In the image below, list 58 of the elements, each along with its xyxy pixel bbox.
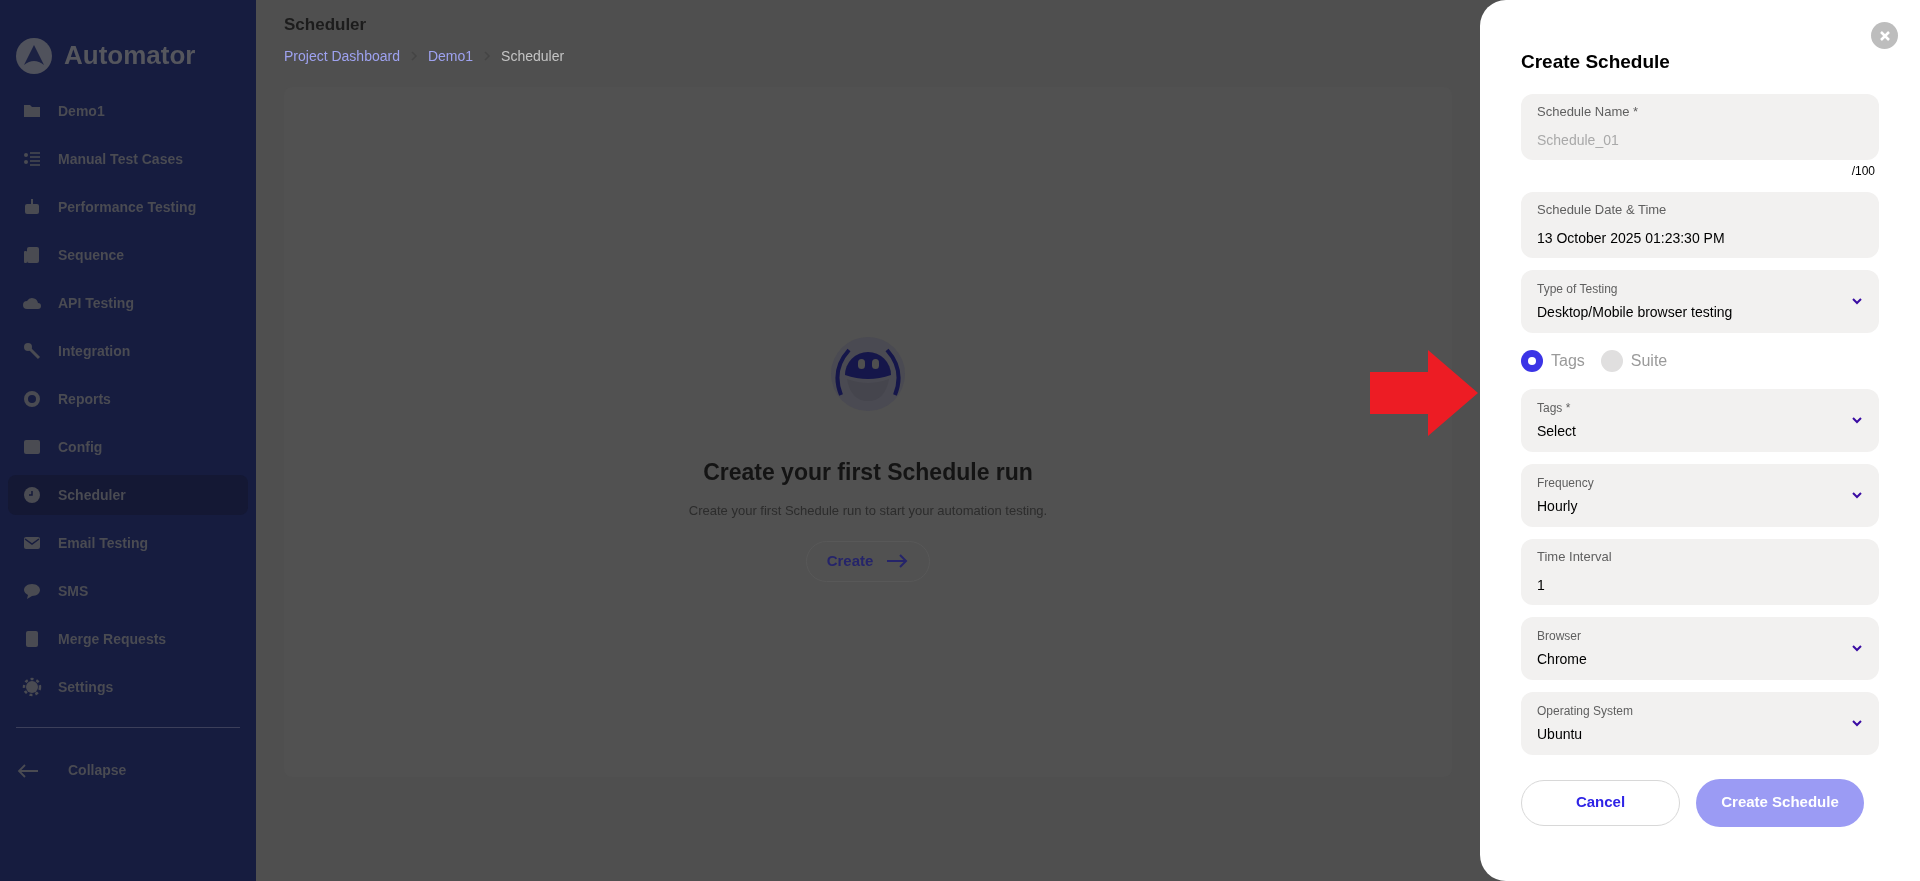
field-label: Operating System bbox=[1537, 702, 1635, 720]
field-value: 1 bbox=[1537, 575, 1546, 595]
character-counter: /100 bbox=[1851, 162, 1876, 180]
field-value: Select bbox=[1537, 421, 1577, 441]
chevron-down-icon bbox=[1851, 295, 1863, 307]
text-field[interactable]: Schedule Date & Time 13 October 2025 01:23:30 PM bbox=[1521, 191, 1879, 258]
field-label: Tags * bbox=[1537, 399, 1572, 417]
field-value: Chrome bbox=[1537, 649, 1588, 669]
select-field[interactable]: Type of Testing Desktop/Mobile browser testing bbox=[1521, 269, 1879, 333]
arrow-left-icon bbox=[16, 762, 40, 779]
select-field[interactable]: Browser Chrome bbox=[1521, 616, 1879, 680]
radio-label: Suite bbox=[1630, 350, 1668, 371]
field-input[interactable]: Schedule_01 bbox=[1537, 129, 1863, 151]
donut-chart-icon bbox=[22, 389, 42, 409]
list-icon bbox=[22, 149, 42, 169]
chat-icon bbox=[22, 581, 42, 601]
breadcrumb-link[interactable]: Demo1 bbox=[427, 45, 474, 67]
chevron-down-icon bbox=[1851, 489, 1863, 501]
field-value: Ubuntu bbox=[1537, 724, 1584, 744]
field-label: Frequency bbox=[1537, 474, 1595, 492]
wrench-icon bbox=[22, 341, 42, 361]
select-field[interactable]: Frequency Hourly bbox=[1521, 463, 1879, 527]
radio-label: Tags bbox=[1551, 350, 1585, 371]
window-icon bbox=[22, 437, 42, 457]
logo-icon bbox=[16, 37, 52, 74]
clock-icon bbox=[22, 485, 42, 505]
field-label: Browser bbox=[1537, 627, 1582, 645]
brand-name: Automator bbox=[64, 39, 196, 72]
chevron-down-icon bbox=[1851, 717, 1863, 729]
breadcrumb-current: Scheduler bbox=[501, 46, 565, 66]
field-value: Hourly bbox=[1537, 496, 1579, 516]
field-value: 13 October 2025 01:23:30 PM bbox=[1537, 228, 1726, 248]
arrow-right-icon bbox=[885, 553, 910, 569]
select-field[interactable]: Tags * Select bbox=[1521, 388, 1879, 452]
settings-icon bbox=[22, 677, 42, 697]
dialog-title: Create Schedule bbox=[1521, 50, 1671, 74]
field-label: Schedule Name * bbox=[1537, 103, 1640, 122]
robot-mascot-icon bbox=[829, 334, 907, 413]
cancel-button[interactable]: Cancel bbox=[1521, 779, 1680, 826]
robot-icon bbox=[22, 197, 42, 217]
select-field[interactable]: Operating System Ubuntu bbox=[1521, 691, 1879, 755]
document-icon bbox=[22, 245, 42, 265]
breadcrumb-link[interactable]: Project Dashboard bbox=[284, 45, 400, 67]
pointer-arrow-icon bbox=[1370, 350, 1478, 436]
field-label: Schedule Date & Time bbox=[1537, 201, 1668, 220]
field-label: Time Interval bbox=[1537, 548, 1613, 567]
chevron-down-icon bbox=[1851, 642, 1863, 654]
close-button[interactable] bbox=[1871, 22, 1898, 49]
text-field[interactable]: Time Interval 1 bbox=[1521, 538, 1879, 605]
create-schedule-button[interactable]: Create Schedule bbox=[1696, 778, 1864, 827]
field-value: Desktop/Mobile browser testing bbox=[1537, 302, 1734, 322]
field-label: Type of Testing bbox=[1537, 280, 1619, 298]
radio-button[interactable] bbox=[1521, 349, 1543, 372]
close-icon bbox=[1878, 29, 1891, 42]
empty-state-title: Create your first Schedule run bbox=[703, 457, 1033, 487]
text-field[interactable]: Schedule Name * Schedule_01 bbox=[1521, 93, 1879, 160]
radio-button[interactable] bbox=[1600, 349, 1623, 372]
chevron-down-icon bbox=[1851, 414, 1863, 426]
